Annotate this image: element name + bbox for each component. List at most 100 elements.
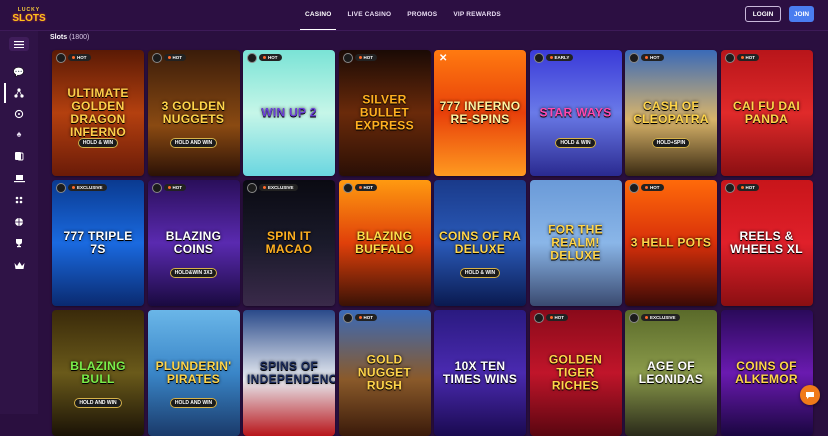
game-title: 10x Ten Times Wins (442, 359, 518, 386)
slots-tree-icon[interactable] (4, 83, 30, 103)
sidebar: 💬 ♠ (0, 31, 38, 414)
game-title: Age of Leonidas (638, 359, 704, 386)
chat-icon (806, 391, 814, 399)
tag-label: EXCLUSIVE (68, 184, 107, 191)
game-tile[interactable]: ✕ 777 Inferno Re-Spins (434, 50, 526, 176)
crown-icon[interactable] (8, 258, 30, 272)
game-tile[interactable]: HOT Blazing Buffalo (338, 180, 431, 306)
game-tile[interactable]: Plunderin' Pirates HOLD AND WIN (147, 310, 240, 436)
game-title: Blazing Bull (70, 359, 126, 386)
game-subtitle: HOLD&WIN 3X3 (148, 268, 240, 278)
game-subtitle: HOLD AND WIN (148, 138, 240, 148)
brand-logo[interactable]: LUCKY SLOTS (12, 4, 46, 26)
game-title: Coins of Alkemor (735, 359, 798, 386)
game-tile[interactable]: HOT Cash of Cleopatra HOLD+SPIN (625, 50, 717, 176)
tag-dot-icon (645, 56, 648, 59)
join-button[interactable]: JOIN (789, 6, 814, 22)
tag-dot-icon (72, 186, 75, 189)
game-tile[interactable]: HOT Blazing Coins HOLD&WIN 3X3 (147, 180, 240, 306)
game-title: Ultimate Golden Dragon Inferno (67, 86, 129, 139)
chat-bubbles-icon[interactable]: 💬 (8, 65, 30, 79)
game-tile[interactable]: For the Realm! Deluxe (529, 180, 622, 306)
tag-label: HOT (641, 184, 664, 191)
nav-live-casino[interactable]: LIVE CASINO (342, 0, 396, 30)
cards-icon[interactable] (8, 149, 30, 163)
tag-dot-icon (263, 56, 266, 59)
game-tile[interactable]: 10x Ten Times Wins (434, 310, 526, 436)
logo-line2: SLOTS (12, 12, 46, 24)
tag-text: HOT (363, 55, 374, 60)
provider-icon (56, 52, 66, 63)
basketball-icon[interactable] (8, 215, 30, 229)
game-title: Blazing Buffalo (355, 229, 414, 256)
game-title: Cash of Cleopatra (633, 99, 709, 126)
game-tile[interactable]: Coins of Alkemor (720, 310, 813, 436)
game-tile[interactable]: HOT Ultimate Golden Dragon Inferno HOLD & … (52, 50, 144, 176)
tag-text: HOT (363, 185, 374, 190)
game-tile[interactable]: Blazing Bull HOLD AND WIN (52, 310, 144, 436)
game-subtitle: HOLD AND WIN (52, 398, 144, 408)
provider-icon (533, 312, 544, 323)
game-tile[interactable]: HOT 3 Hell Pots (625, 180, 717, 306)
dice-icon[interactable] (8, 193, 30, 207)
game-tile[interactable]: HOT Golden Tiger Riches (529, 310, 622, 436)
spade-icon[interactable]: ♠ (8, 127, 30, 141)
nav-vip-rewards[interactable]: VIP REWARDS (448, 0, 506, 30)
game-title: Reels & Wheels XL (730, 229, 803, 256)
laptop-icon[interactable] (8, 171, 30, 185)
tag-text: HOT (745, 185, 756, 190)
game-tile[interactable]: EXCLUSIVE 777 Triple 7s (52, 180, 144, 306)
ball-icon[interactable] (8, 107, 30, 121)
game-tile[interactable]: EXCLUSIVE Spin It Macao (243, 180, 335, 306)
provider-icon (629, 312, 639, 323)
tag-dot-icon (740, 56, 744, 59)
game-badge: HOT (629, 52, 664, 63)
close-icon[interactable]: ✕ (439, 53, 447, 64)
game-tile[interactable]: HOT Gold Nugget Rush (338, 310, 431, 436)
game-badge: HOT (533, 312, 568, 323)
section-count: (1800) (69, 34, 90, 41)
game-tile[interactable]: HOT Reels & Wheels XL (720, 180, 813, 306)
game-tile[interactable]: Spins of Independence (243, 310, 335, 436)
game-title: Gold Nugget Rush (357, 352, 412, 393)
provider-icon (724, 182, 735, 193)
tag-text: HOT (363, 315, 374, 320)
nav-casino[interactable]: CASINO (300, 0, 337, 30)
game-title: Plunderin' Pirates (155, 359, 232, 386)
provider-icon (533, 52, 544, 63)
game-badge: HOT (151, 182, 186, 193)
tag-text: EXCLUSIVE (77, 185, 103, 190)
game-tile[interactable]: Coins of Ra Deluxe HOLD & WIN (434, 180, 526, 306)
tag-label: HOT (736, 54, 759, 61)
game-tile[interactable]: EARLY Star Ways HOLD & WIN (529, 50, 622, 176)
game-subtitle: HOLD+SPIN (625, 138, 717, 148)
nav-promos[interactable]: PROMOS (402, 0, 442, 30)
tag-label: HOT (736, 184, 759, 191)
main-nav: CASINO LIVE CASINO PROMOS VIP REWARDS (300, 0, 506, 30)
game-tile[interactable]: HOT Cai Fu Dai Panda (720, 50, 813, 176)
game-subtitle: HOLD & WIN (434, 268, 526, 278)
game-tile[interactable]: HOT 3 Golden Nuggets HOLD AND WIN (147, 50, 240, 176)
game-subtitle-text: HOLD & WIN (555, 138, 596, 148)
login-button[interactable]: LOGIN (745, 6, 781, 22)
game-subtitle: HOLD & WIN (52, 138, 144, 148)
provider-icon (247, 52, 257, 63)
tag-label: HOT (354, 314, 377, 321)
game-tile[interactable]: EXCLUSIVE Age of Leonidas (625, 310, 717, 436)
tag-label: HOT (68, 54, 91, 61)
game-tile[interactable]: HOT Win Up 2 (243, 50, 335, 176)
provider-icon (629, 182, 639, 193)
tag-dot-icon (167, 186, 171, 189)
tag-text: EARLY (554, 55, 570, 60)
tag-dot-icon (740, 186, 744, 189)
game-tile[interactable]: HOT Silver Bullet Express (338, 50, 431, 176)
tag-dot-icon (167, 56, 171, 59)
game-badge: HOT (342, 52, 377, 63)
trophy-icon[interactable] (8, 236, 30, 250)
tag-label: HOT (163, 184, 186, 191)
support-chat-button[interactable] (800, 385, 820, 405)
tag-text: HOT (77, 55, 87, 60)
tag-label: HOT (641, 54, 664, 61)
menu-icon[interactable] (9, 37, 29, 51)
provider-icon (342, 312, 353, 323)
